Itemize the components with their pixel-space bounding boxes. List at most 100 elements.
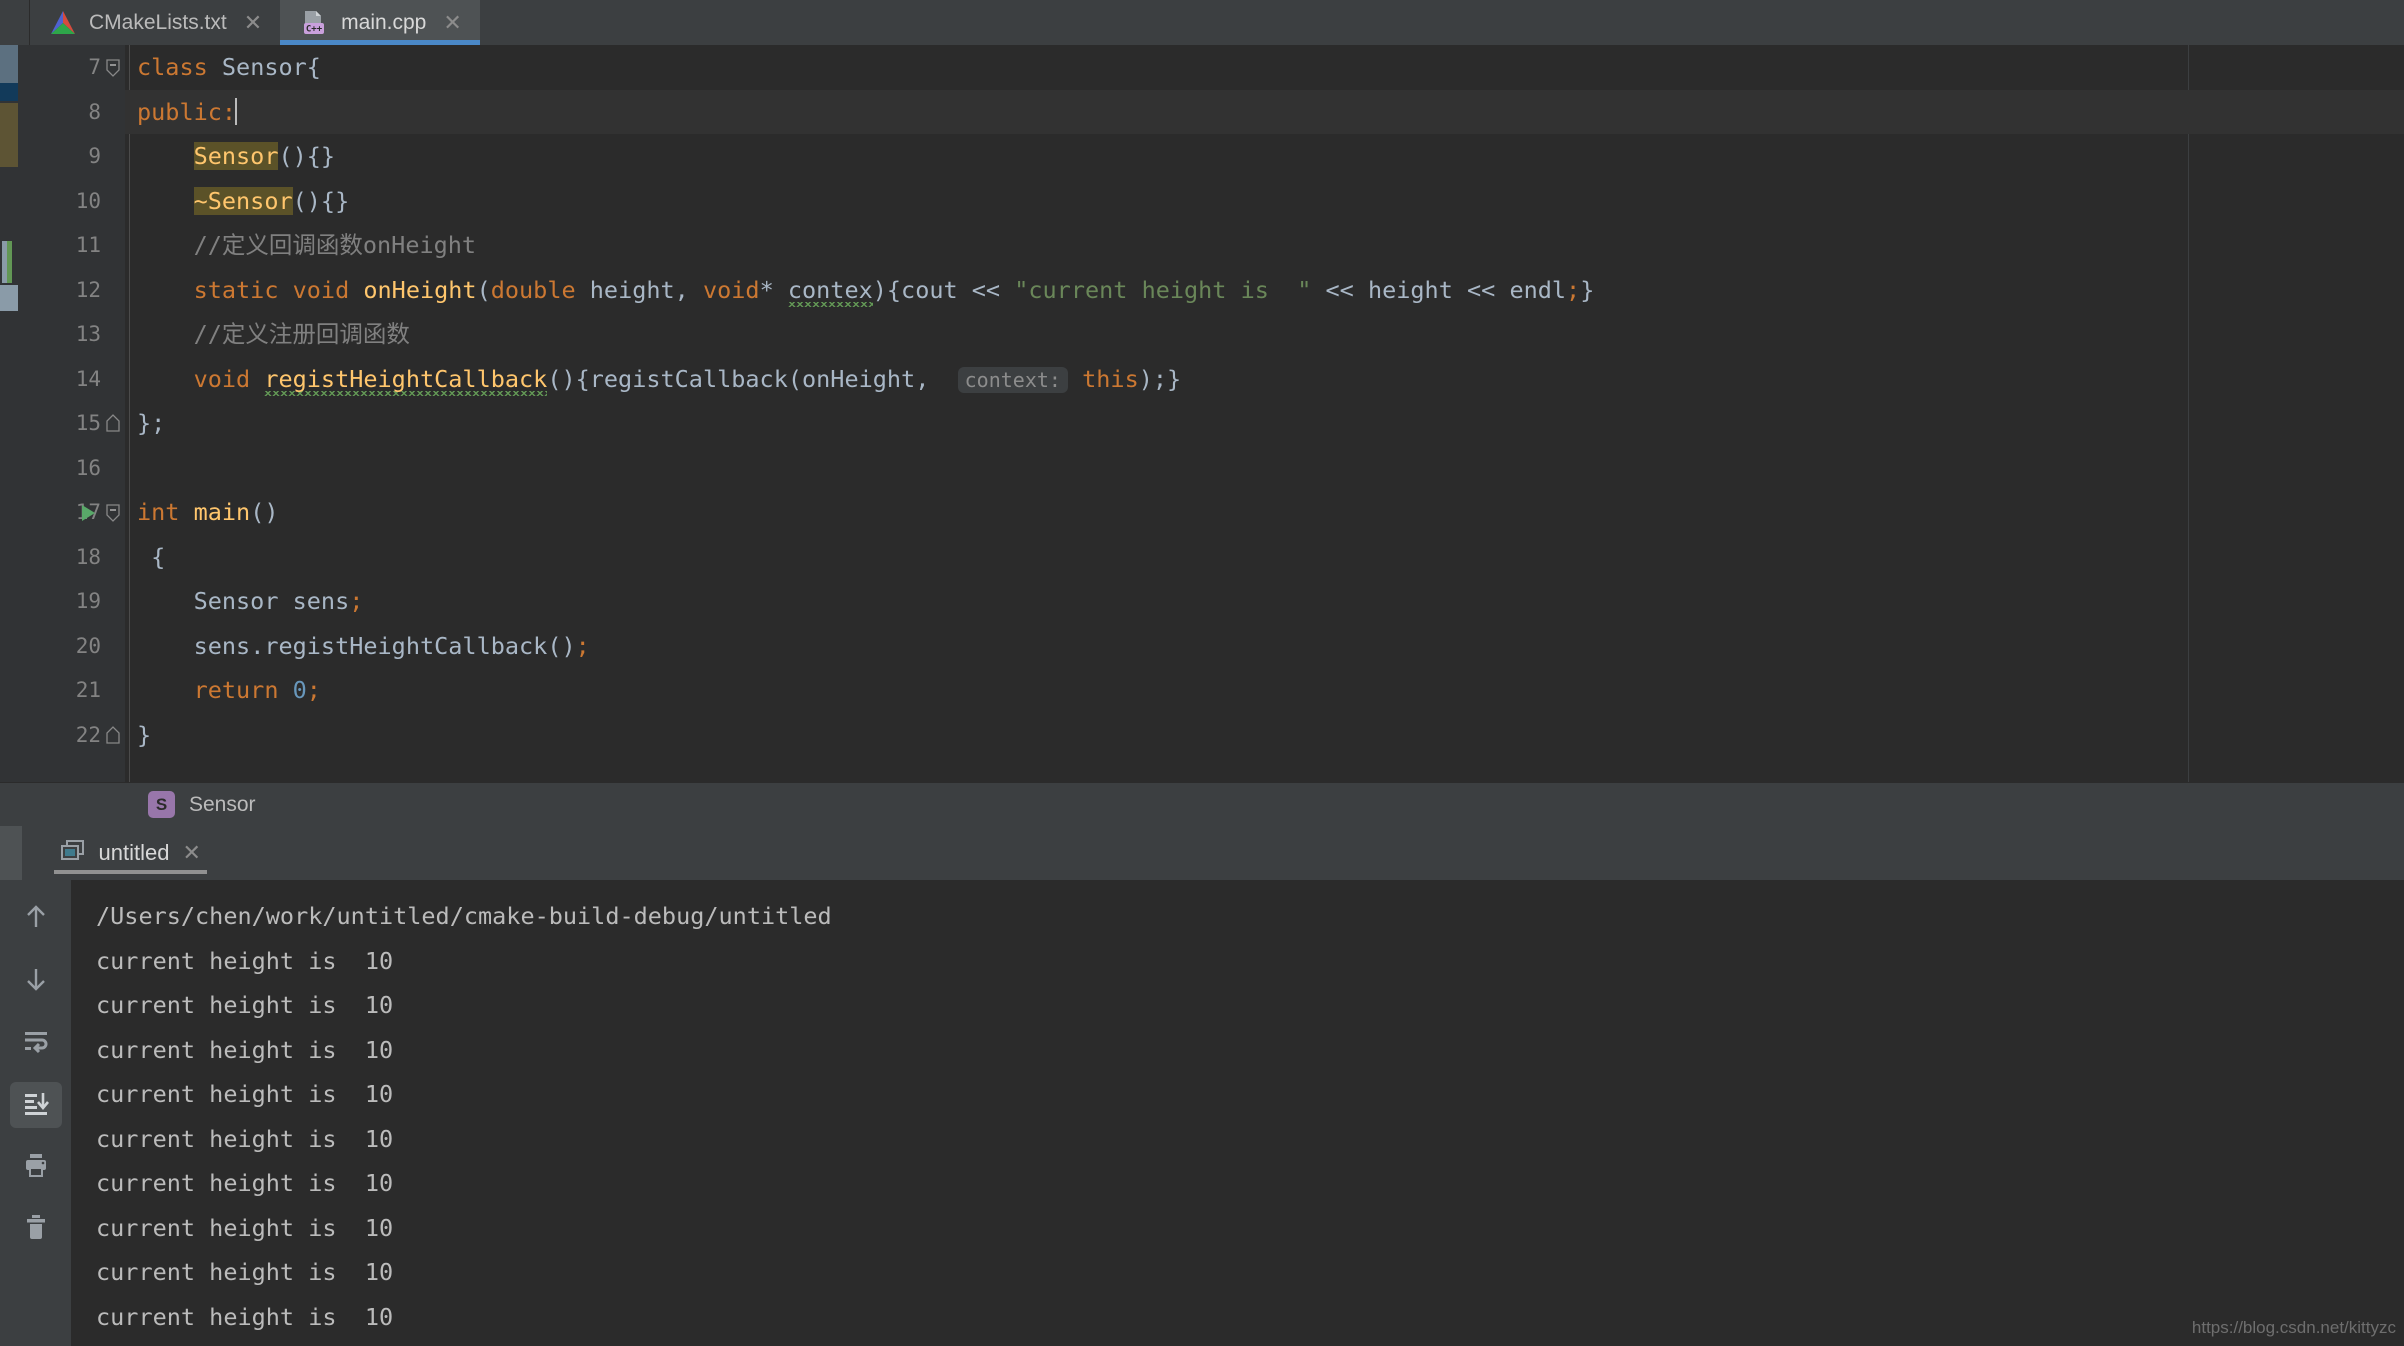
code-line-text: //定义注册回调函数 <box>137 312 410 357</box>
code-line-current[interactable]: public: <box>125 89 2404 135</box>
code-text-area[interactable]: class Sensor{ public: Sensor(){} ~Sensor… <box>125 45 2404 790</box>
code-line[interactable]: ~Sensor(){} <box>125 179 2404 224</box>
watermark: https://blog.csdn.net/kittyzc <box>2191 1318 2396 1337</box>
next-occurrence-button[interactable] <box>10 958 62 1004</box>
scroll-to-end-button[interactable] <box>9 1082 62 1128</box>
soft-wrap-icon <box>22 1027 50 1060</box>
console-line: current height is 10 <box>96 946 394 975</box>
line-number: 19 <box>75 589 101 613</box>
code-line[interactable]: }; <box>125 401 2404 446</box>
code-line[interactable]: } <box>125 713 2404 758</box>
cpp-icon: C++ <box>300 9 328 37</box>
stripe-marker-bookmark <box>0 45 18 83</box>
token-arg-onheight: onHeight <box>802 364 916 393</box>
code-line[interactable] <box>125 446 2404 491</box>
console-line: current height is 10 <box>96 1258 394 1286</box>
code-line-text: Sensor sens; <box>193 587 364 615</box>
code-line-text: void registHeightCallback(){registCallba… <box>137 357 1181 403</box>
code-line[interactable]: //定义注册回调函数 <box>125 312 2404 357</box>
breadcrumb[interactable]: S Sensor <box>0 782 2404 826</box>
line-number: 20 <box>75 633 101 658</box>
token-keyword-void: void <box>193 364 251 393</box>
line-number: 9 <box>88 144 101 168</box>
close-icon[interactable]: ✕ <box>443 11 461 34</box>
token-class-name: Sensor <box>221 53 307 81</box>
token-keyword-double: double <box>490 275 576 304</box>
trash-icon <box>22 1213 50 1246</box>
line-number: 11 <box>75 233 101 257</box>
line-number: 7 <box>88 55 101 79</box>
tab-maincpp-label: main.cpp <box>341 10 427 34</box>
console-line: current height is 10 <box>96 991 394 1019</box>
prev-occurrence-button[interactable] <box>10 896 62 942</box>
token-function-onheight: onHeight <box>363 275 477 304</box>
token-number-zero: 0 <box>292 676 307 704</box>
token-keyword-void: void <box>292 275 350 304</box>
code-line[interactable]: class Sensor{ <box>125 45 2404 90</box>
code-line-text: ~Sensor(){} <box>137 179 349 224</box>
code-line[interactable]: Sensor sens; <box>125 579 2404 624</box>
tab-cmakelists[interactable]: CMakeLists.txt ✕ <box>30 0 280 45</box>
scroll-to-end-icon <box>22 1089 50 1122</box>
console-line: current height is 10 <box>96 1080 394 1108</box>
code-line[interactable]: sens.registHeightCallback(); <box>125 624 2404 669</box>
code-line-text: class Sensor{ <box>137 45 321 90</box>
run-tool-window: n: untitled ✕ <box>0 826 2404 1346</box>
soft-wrap-button[interactable] <box>10 1020 62 1066</box>
clear-all-button[interactable] <box>10 1206 62 1252</box>
code-line[interactable]: //定义回调函数onHeight <box>125 223 2404 268</box>
fold-end-icon[interactable] <box>104 414 122 433</box>
token-call-registcallback: registCallback <box>589 364 788 393</box>
token-constructor: Sensor <box>193 142 279 170</box>
print-button[interactable] <box>10 1144 62 1190</box>
line-number: 21 <box>75 678 101 702</box>
fold-minus-icon[interactable] <box>104 58 122 77</box>
code-line-text: static void onHeight(double height, void… <box>137 268 1594 313</box>
code-line[interactable]: static void onHeight(double height, void… <box>125 268 2404 313</box>
console-line: current height is 10 <box>96 1169 394 1197</box>
code-editor[interactable]: 7 8 9 10 11 12 13 14 15 16 18 19 20 21 2… <box>0 45 2404 790</box>
code-line-text: return 0; <box>193 676 321 704</box>
code-line[interactable]: int main() <box>125 490 2404 535</box>
token-ctor-tail: (){} <box>278 142 336 170</box>
token-type-sensor: Sensor <box>193 587 279 615</box>
editor-left-stripe <box>0 45 18 790</box>
run-tab-untitled[interactable]: untitled ✕ <box>53 826 208 880</box>
code-line[interactable]: return 0; <box>125 668 2404 713</box>
tool-window-handle[interactable] <box>0 826 22 880</box>
code-line-text: public: <box>137 90 238 135</box>
editor-tab-bar: CMakeLists.txt ✕ C++ main.cpp ✕ <box>0 0 2404 45</box>
line-number: 8 <box>88 99 101 124</box>
token-keyword-class: class <box>137 53 208 81</box>
line-number: 15 <box>75 411 101 435</box>
token-dtor-tail: (){} <box>292 186 350 215</box>
breadcrumb-label[interactable]: Sensor <box>189 793 256 817</box>
code-line[interactable]: Sensor(){} <box>125 134 2404 179</box>
token-brace: { <box>306 53 321 81</box>
inlay-hint-context[interactable]: context: <box>957 366 1068 393</box>
token-keyword-this: this <box>1082 364 1139 393</box>
run-triangle-icon[interactable] <box>78 503 98 528</box>
token-keyword-void2: void <box>702 275 760 304</box>
code-line[interactable]: { <box>125 535 2404 580</box>
up-arrow-icon <box>22 903 50 936</box>
code-line-text: sens.registHeightCallback(); <box>193 631 590 660</box>
class-icon: S <box>148 791 175 818</box>
code-line-text: } <box>137 720 152 749</box>
code-line-text: //定义回调函数onHeight <box>137 223 476 268</box>
token-keyword-static: static <box>193 275 279 304</box>
tab-maincpp[interactable]: C++ main.cpp ✕ <box>280 0 480 45</box>
close-icon[interactable]: ✕ <box>244 11 262 34</box>
code-line[interactable]: void registHeightCallback(){registCallba… <box>125 357 2404 402</box>
token-keyword-int: int <box>137 498 180 526</box>
token-comment: //定义注册回调函数 <box>193 320 410 348</box>
editor-gutter[interactable]: 7 8 9 10 11 12 13 14 15 16 18 19 20 21 2… <box>18 45 125 790</box>
console-output[interactable]: /Users/chen/work/untitled/cmake-build-de… <box>72 880 2404 1346</box>
fold-minus-icon[interactable] <box>104 503 122 522</box>
token-cout: cout <box>901 275 958 304</box>
token-var-sens: sens <box>292 587 350 615</box>
close-icon[interactable]: ✕ <box>182 840 200 866</box>
token-keyword-return: return <box>193 676 279 704</box>
line-number: 13 <box>75 322 101 346</box>
fold-end-icon[interactable] <box>104 725 122 745</box>
